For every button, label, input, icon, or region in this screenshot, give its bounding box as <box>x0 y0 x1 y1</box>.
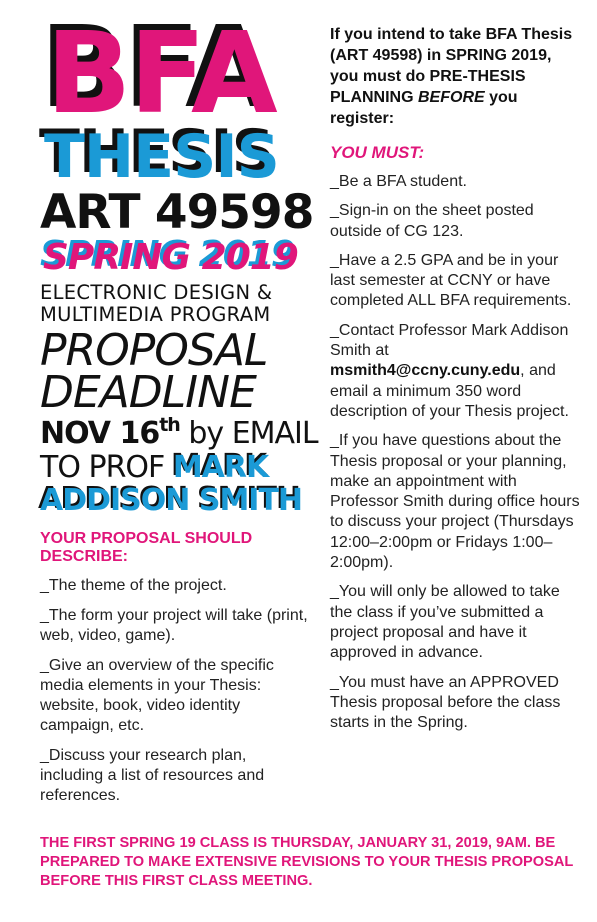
contact-text-a: _Contact Professor Mark Addison Smith at <box>330 321 569 360</box>
to-prof-label: TO PROF <box>40 450 173 485</box>
footer-notice: THE FIRST SPRING 19 CLASS IS THURSDAY, J… <box>40 835 574 889</box>
email-link[interactable]: msmith4@ccny.cuny.edu <box>330 362 520 379</box>
list-item: _Sign-in on the sheet posted outside of … <box>330 202 534 240</box>
list-item: _The theme of the project. <box>40 577 227 594</box>
thesis-title: THESIS <box>44 122 280 192</box>
poster: BFA THESIS ART 49598 SPRING 2019 ELECTRO… <box>0 0 597 922</box>
describe-heading: YOUR PROPOSAL SHOULD DESCRIBE: <box>40 530 253 565</box>
list-item: _You will only be allowed to take the cl… <box>330 583 560 662</box>
list-item: _Be a BFA student. <box>330 173 467 190</box>
by-email: by EMAIL <box>179 416 318 451</box>
proposal-word: PROPOSAL <box>40 325 268 376</box>
list-item: _Give an overview of the specific media … <box>40 657 274 734</box>
list-item: _You must have an APPROVED Thesis propos… <box>330 673 561 732</box>
intro-text: If you intend to take BFA Thesis (ART 49… <box>330 24 580 129</box>
prof-last-name: ADDISON SMITH <box>40 483 303 518</box>
describe-list: _The theme of the project. _The form you… <box>40 576 310 806</box>
date-main: NOV 16 <box>40 416 160 451</box>
deadline-date: NOV 16th by EMAIL <box>40 414 319 452</box>
right-column: If you intend to take BFA Thesis (ART 49… <box>330 24 580 733</box>
to-prof-line: TO PROF MARK <box>40 452 310 484</box>
program-line-2: MULTIMEDIA PROGRAM <box>40 303 271 326</box>
course-number: ART 49598 <box>40 185 314 240</box>
must-heading: YOU MUST: <box>330 143 425 162</box>
requirements-list: _Be a BFA student. _Sign-in on the sheet… <box>330 172 580 733</box>
program-line-1: ELECTRONIC DESIGN & <box>40 281 273 304</box>
left-column: BFA THESIS ART 49598 SPRING 2019 ELECTRO… <box>40 9 319 806</box>
list-item: _Have a 2.5 GPA and be in your last seme… <box>330 251 572 310</box>
deadline-word: DEADLINE <box>40 367 257 418</box>
program-name: ELECTRONIC DESIGN & MULTIMEDIA PROGRAM <box>40 282 310 326</box>
list-item: _Contact Professor Mark Addison Smith at… <box>330 321 580 422</box>
list-item: _Discuss your research plan, including a… <box>40 747 265 804</box>
list-item: _If you have questions about the Thesis … <box>330 432 580 572</box>
term-title: SPRING 2019 <box>43 237 299 278</box>
bfa-title: BFA <box>46 9 278 139</box>
prof-first-name: MARK <box>172 450 269 485</box>
proposal-deadline: PROPOSAL DEADLINE <box>40 325 310 418</box>
date-suffix: th <box>159 414 181 436</box>
list-item: _The form your project will take (print,… <box>40 607 308 644</box>
intro-part-b: BEFORE <box>418 89 485 106</box>
